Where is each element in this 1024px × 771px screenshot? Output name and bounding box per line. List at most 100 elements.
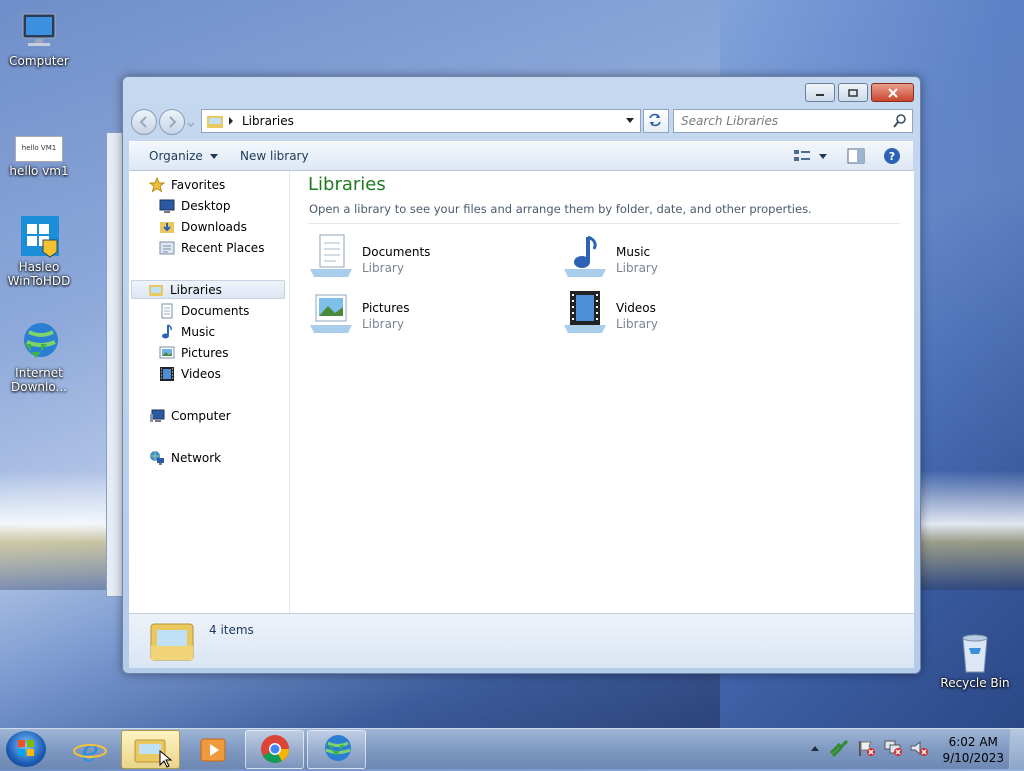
library-name: Music [616,245,651,259]
desktop-icon-hasleo[interactable]: Hasleo WinToHDD [4,214,74,288]
chevron-down-icon [187,122,195,127]
clock[interactable]: 6:02 AM 9/10/2023 [942,734,1004,766]
media-player-icon [200,738,226,762]
change-view-button[interactable] [793,148,829,167]
star-icon [149,176,165,193]
new-library-button[interactable]: New library [240,149,309,163]
desktop-icon-internet-download[interactable]: Internet Downlo... [4,320,74,394]
search-input[interactable]: Search Libraries [681,114,778,128]
idm-tray-icon[interactable] [829,739,849,757]
navigation-row: Libraries Search Libraries [131,107,914,135]
close-icon [887,87,898,98]
volume-muted-icon[interactable] [909,739,929,757]
recent-pages-dropdown[interactable] [187,117,195,131]
chevron-down-icon [209,154,218,159]
taskbar-ie-button[interactable]: e [60,730,119,769]
search-box[interactable]: Search Libraries [673,109,913,133]
music-library-icon [564,235,606,277]
preview-pane-icon [847,148,865,164]
nav-computer[interactable]: Computer [149,406,231,425]
taskbar-idm-button[interactable] [307,730,366,769]
nav-desktop-label: Desktop [181,198,231,213]
refresh-icon [649,113,661,127]
desktop-icon-label: Hasleo WinToHDD [7,260,71,288]
close-button[interactable] [871,83,914,102]
view-list-icon [794,150,827,161]
navigation-pane: Favorites Desktop Downloads Recent Place… [129,171,290,613]
library-type: Library [616,261,658,275]
network-icon [150,450,164,465]
nav-network[interactable]: Network [149,448,221,467]
nav-recent-places[interactable]: Recent Places [159,238,264,257]
text-file-icon: hello VM1 [15,136,63,162]
show-hidden-icons-icon[interactable] [809,743,821,753]
maximize-button[interactable] [838,83,868,102]
library-name: Videos [616,301,656,315]
nav-pictures-label: Pictures [181,345,229,360]
content-area: Favorites Desktop Downloads Recent Place… [129,171,914,613]
action-center-flag-icon[interactable] [857,739,877,757]
nav-network-label: Network [171,450,222,465]
library-tile-music[interactable]: Music Library [562,233,802,283]
address-bar[interactable]: Libraries [201,109,641,133]
caption-buttons [802,83,914,102]
nav-pictures[interactable]: Pictures [159,343,229,362]
organize-label: Organize [149,149,203,163]
wintohdd-icon [17,214,61,258]
nav-downloads[interactable]: Downloads [159,217,247,236]
item-count: 4 items [209,623,254,637]
explorer-window: Libraries Search Libraries Organize New … [122,76,921,674]
library-tile-pictures[interactable]: Pictures Library [308,289,548,339]
pictures-library-icon [310,294,352,333]
new-library-label: New library [240,149,309,163]
address-dropdown-icon[interactable] [626,118,634,124]
refresh-button[interactable] [643,109,669,133]
network-disconnected-icon[interactable] [883,739,903,757]
clock-time: 6:02 AM [948,735,998,749]
nav-downloads-label: Downloads [181,219,247,234]
videos-library-icon [564,291,606,333]
taskbar-explorer-button[interactable] [121,730,180,769]
desktop-icon-label: Recycle Bin [940,676,1010,690]
taskbar-media-player-button[interactable] [183,730,242,769]
nav-videos[interactable]: Videos [159,364,221,383]
computer-icon [150,409,165,422]
pictures-icon [159,346,175,358]
desktop-icon-computer[interactable]: Computer [4,8,74,68]
organize-menu-button[interactable]: Organize [149,149,218,163]
forward-button[interactable] [159,109,185,135]
search-icon[interactable] [893,114,907,128]
documents-library-icon [310,234,352,277]
clock-date: 9/10/2023 [942,751,1004,765]
library-type: Library [362,261,404,275]
nav-recent-places-label: Recent Places [181,240,265,255]
back-button[interactable] [131,109,157,135]
breadcrumb-libraries[interactable]: Libraries [242,114,294,128]
nav-music[interactable]: Music [159,322,215,341]
minimize-button[interactable] [805,83,835,102]
divider [308,223,900,224]
desktop-icon-label: Internet Downlo... [11,366,67,394]
back-arrow-icon [139,116,147,128]
nav-libraries[interactable]: Libraries [131,280,285,299]
library-name: Pictures [362,301,410,315]
taskbar-chrome-button[interactable] [245,730,304,769]
help-button[interactable]: ? [883,147,901,168]
svg-text:e: e [81,734,99,768]
show-desktop-button[interactable] [1009,729,1024,769]
nav-documents[interactable]: Documents [159,301,249,320]
recent-places-icon [159,241,175,254]
videos-icon [160,366,174,381]
desktop-icon-hello-vm1[interactable]: hello VM1 hello vm1 [4,136,74,178]
desktop-icon-recycle-bin[interactable]: Recycle Bin [940,630,1010,690]
taskbar: e 6:02 AM 9/10/2023 [0,728,1024,769]
library-tile-videos[interactable]: Videos Library [562,289,802,339]
forward-arrow-icon [169,116,177,128]
preview-pane-button[interactable] [847,148,865,167]
start-button[interactable] [6,731,46,767]
nav-desktop[interactable]: Desktop [159,196,231,215]
downloads-folder-icon [160,221,174,233]
breadcrumb-arrow-icon[interactable] [228,117,234,125]
library-tile-documents[interactable]: Documents Library [308,233,548,283]
nav-favorites[interactable]: Favorites [149,175,225,194]
